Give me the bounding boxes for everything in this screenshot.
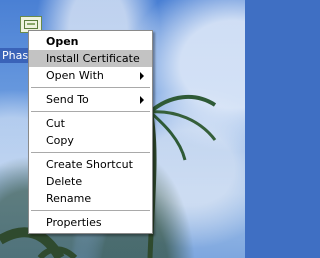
- menu-separator: [31, 210, 150, 211]
- menu-item-install-certificate[interactable]: Install Certificate: [29, 50, 152, 67]
- menu-item-open-with[interactable]: Open With: [29, 67, 152, 84]
- menu-item-rename[interactable]: Rename: [29, 190, 152, 207]
- menu-item-send-to[interactable]: Send To: [29, 91, 152, 108]
- menu-item-create-shortcut[interactable]: Create Shortcut: [29, 156, 152, 173]
- menu-separator: [31, 87, 150, 88]
- menu-item-copy[interactable]: Copy: [29, 132, 152, 149]
- menu-separator: [31, 111, 150, 112]
- menu-item-delete[interactable]: Delete: [29, 173, 152, 190]
- desktop-icon-label[interactable]: Phase: [0, 48, 30, 63]
- menu-item-open-with-label: Open With: [46, 69, 104, 82]
- submenu-arrow-icon: [140, 72, 144, 80]
- menu-item-cut[interactable]: Cut: [29, 115, 152, 132]
- context-menu: Open Install Certificate Open With Send …: [28, 30, 153, 234]
- submenu-arrow-icon: [140, 96, 144, 104]
- menu-item-open[interactable]: Open: [29, 33, 152, 50]
- menu-separator: [31, 152, 150, 153]
- menu-item-properties[interactable]: Properties: [29, 214, 152, 231]
- menu-item-send-to-label: Send To: [46, 93, 89, 106]
